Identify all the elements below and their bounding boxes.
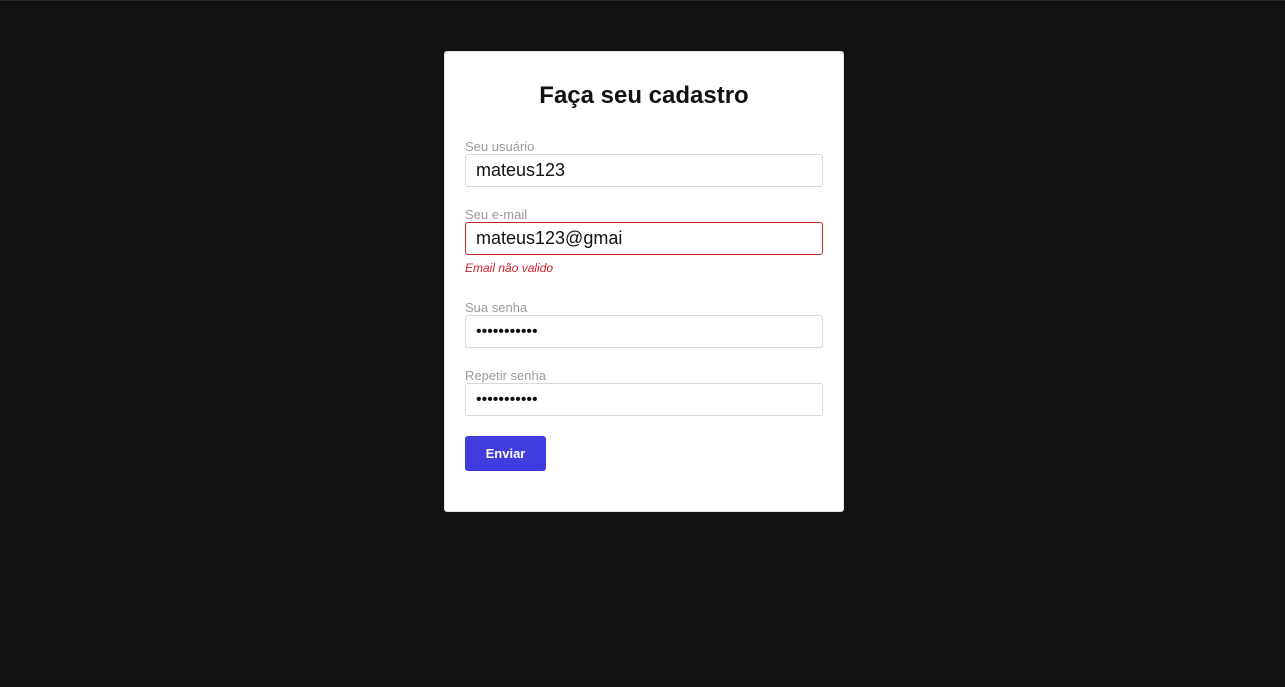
email-input[interactable] <box>465 222 823 255</box>
email-label: Seu e-mail <box>465 207 528 222</box>
username-label: Seu usuário <box>465 139 535 154</box>
username-input[interactable] <box>465 154 823 187</box>
field-password: Sua senha <box>465 301 823 348</box>
form-title: Faça seu cadastro <box>539 82 749 109</box>
field-username: Seu usuário <box>465 140 823 187</box>
submit-button[interactable]: Enviar <box>465 436 546 471</box>
window-top-border <box>0 0 1285 1</box>
password-label: Sua senha <box>465 300 528 315</box>
repeat-password-label: Repetir senha <box>465 368 546 383</box>
signup-card: Faça seu cadastro Seu usuário Seu e-mail… <box>444 51 844 512</box>
email-error-message: Email não valido <box>465 261 554 275</box>
repeat-password-input[interactable] <box>465 383 823 416</box>
field-email: Seu e-mail Email não valido <box>465 208 823 275</box>
password-input[interactable] <box>465 315 823 348</box>
field-repeat-password: Repetir senha <box>465 369 823 416</box>
